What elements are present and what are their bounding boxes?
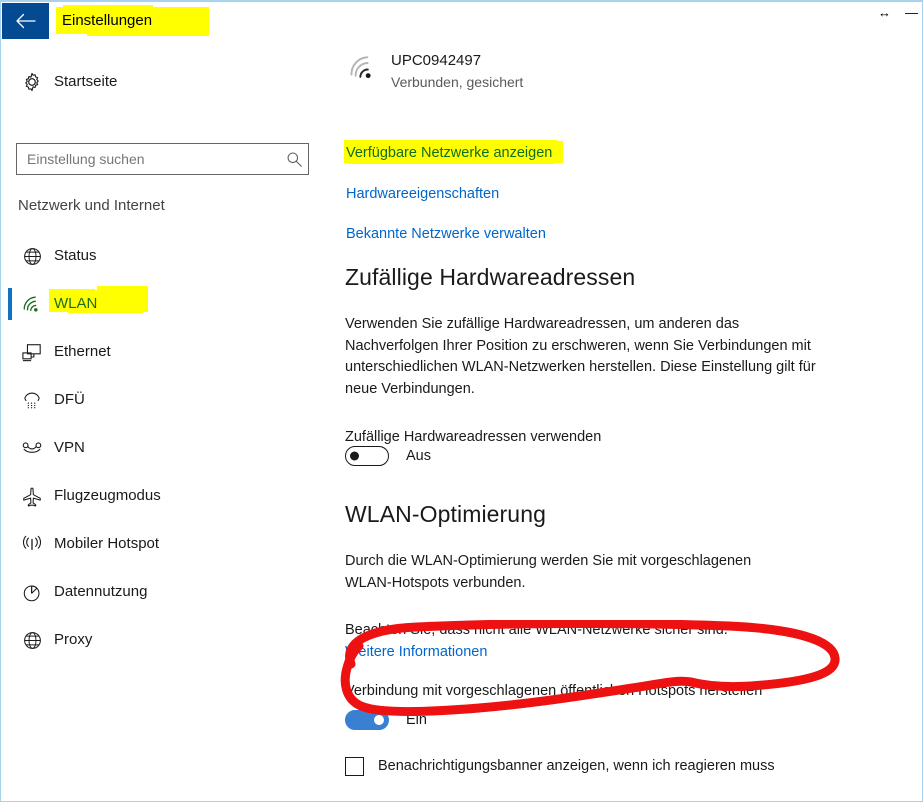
resize-icon[interactable]: ↔ (878, 6, 891, 19)
network-text: UPC0942497 Verbunden, gesichert (391, 50, 523, 92)
heading-wlan-optimization: WLAN-Optimierung (345, 501, 546, 527)
checkbox-show-notification-banner[interactable]: Benachrichtigungsbanner anzeigen, wenn i… (345, 756, 775, 776)
sidebar-item-airplane-mode[interactable]: Flugzeugmodus (2, 472, 336, 520)
heading-random-hardware-addresses: Zufällige Hardwareadressen (345, 264, 636, 290)
link-show-available-networks[interactable]: Verfügbare Netzwerke anzeigen (346, 143, 552, 163)
page-title: Einstellungen (62, 12, 153, 29)
wifi-icon (10, 294, 54, 314)
toggle-state-label: Aus (406, 448, 431, 464)
network-name: UPC0942497 (391, 52, 482, 69)
network-status: Verbunden, gesichert (391, 74, 524, 90)
search-icon[interactable] (280, 151, 308, 168)
sidebar-item-label: Status (54, 247, 97, 264)
window-controls: ↔ — (878, 6, 918, 19)
description-wlan-optimization-1: Durch die WLAN-Optimierung werden Sie mi… (345, 553, 752, 591)
sidebar-item-status[interactable]: Status (2, 232, 336, 280)
sidebar-home-label: Startseite (54, 73, 118, 90)
main-content: UPC0942497 Verbunden, gesichert Verfügba… (336, 42, 922, 801)
sidebar-item-label: Proxy (54, 631, 93, 648)
description-wlan-optimization-2: Beachten Sie, dass nicht alle WLAN-Netzw… (345, 622, 728, 638)
settings-window: Einstellungen ↔ — Startseite Einstellung… (0, 0, 923, 802)
label-connect-suggested-hotspots: Verbindung mit vorgeschlagenen öffentlic… (345, 683, 763, 699)
wifi-connected-icon (345, 50, 385, 82)
sidebar: Startseite Netzwerk und Internet (2, 42, 336, 801)
sidebar-section-label: Netzwerk und Internet (18, 197, 165, 214)
gear-icon (10, 71, 54, 93)
sidebar-item-wlan[interactable]: WLAN (2, 280, 336, 328)
sidebar-item-label: Datennutzung (54, 583, 148, 600)
description-random-hardware-addresses: Verwenden Sie zufällige Hardwareadressen… (345, 316, 816, 397)
search-box[interactable] (16, 143, 309, 175)
ethernet-icon (10, 342, 54, 362)
back-button[interactable] (2, 3, 49, 39)
minimize-button[interactable]: — (905, 6, 918, 19)
vpn-icon (10, 438, 54, 458)
airplane-icon (10, 486, 54, 507)
sidebar-item-dialup[interactable]: DFÜ (2, 376, 336, 424)
globe-icon (10, 246, 54, 267)
back-arrow-icon (15, 13, 36, 29)
link-manage-known-networks[interactable]: Bekannte Netzwerke verwalten (346, 224, 546, 244)
sidebar-item-label: Mobiler Hotspot (54, 535, 160, 552)
toggle-use-random-hardware-addresses[interactable]: Aus (345, 446, 431, 466)
toggle-switch-off[interactable] (345, 446, 389, 466)
hotspot-icon (10, 534, 54, 554)
sidebar-item-mobile-hotspot[interactable]: Mobiler Hotspot (2, 520, 336, 568)
toggle-state-label: Ein (406, 712, 427, 728)
toggle-connect-suggested-hotspots[interactable]: Ein (345, 710, 427, 730)
checkbox-box[interactable] (345, 756, 364, 776)
toggle-knob (374, 715, 384, 725)
sidebar-item-proxy[interactable]: Proxy (2, 616, 336, 664)
connected-network-block: UPC0942497 Verbunden, gesichert (345, 50, 523, 92)
title-bar: Einstellungen ↔ — (1, 2, 922, 42)
sidebar-item-label: Flugzeugmodus (54, 487, 161, 504)
link-more-information[interactable]: Weitere Informationen (345, 642, 487, 662)
checkbox-label: Benachrichtigungsbanner anzeigen, wenn i… (378, 758, 775, 774)
pie-chart-icon (10, 582, 54, 603)
sidebar-item-ethernet[interactable]: Ethernet (2, 328, 336, 376)
label-use-random-hardware-addresses: Zufällige Hardwareadressen verwenden (345, 429, 602, 445)
sidebar-item-vpn[interactable]: VPN (2, 424, 336, 472)
sidebar-item-label: WLAN (54, 295, 98, 312)
link-hardware-properties[interactable]: Hardwareeigenschaften (346, 184, 499, 204)
toggle-switch-on[interactable] (345, 710, 389, 730)
globe-icon (10, 630, 54, 651)
sidebar-item-label: VPN (54, 439, 85, 456)
sidebar-item-label: DFÜ (54, 391, 85, 408)
sidebar-item-data-usage[interactable]: Datennutzung (2, 568, 336, 616)
search-input[interactable] (17, 144, 280, 174)
sidebar-item-label: Ethernet (54, 343, 111, 360)
toggle-knob (350, 451, 359, 461)
sidebar-item-home[interactable]: Startseite (2, 58, 336, 106)
dialup-icon (10, 390, 54, 410)
